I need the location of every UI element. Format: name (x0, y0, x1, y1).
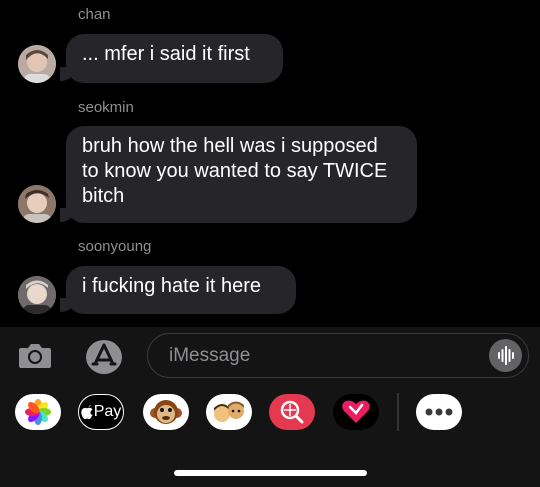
message-text: ... mfer i said it first (82, 43, 250, 65)
message-input[interactable]: iMessage (147, 333, 529, 378)
divider (397, 393, 399, 431)
memoji-icon[interactable] (206, 394, 252, 430)
apple-pay-label: Pay (93, 403, 122, 420)
message-text: bitch (82, 185, 125, 207)
message-bubble[interactable]: i fucking hate it here (66, 266, 296, 314)
message-input-placeholder: iMessage (169, 345, 251, 366)
app-store-icon[interactable] (83, 338, 125, 376)
avatar[interactable] (18, 276, 56, 314)
digital-touch-icon[interactable] (333, 394, 379, 430)
message-bubble[interactable]: ... mfer i said it first (66, 34, 283, 83)
avatar[interactable] (18, 185, 56, 223)
audio-record-button[interactable] (489, 339, 522, 372)
photos-icon[interactable] (15, 394, 61, 430)
camera-icon[interactable] (18, 340, 52, 370)
avatar[interactable] (18, 45, 56, 83)
animoji-monkey-icon[interactable] (143, 394, 189, 430)
message-text: bruh how the hell was i supposed (82, 135, 378, 157)
apple-logo-icon (81, 404, 93, 419)
sender-name: chan (78, 6, 111, 23)
message-bubble[interactable]: bruh how the hell was i supposed to know… (66, 126, 417, 223)
home-indicator[interactable] (174, 470, 367, 476)
waveform-icon (498, 346, 514, 365)
sender-name: seokmin (78, 99, 134, 116)
apple-pay-icon[interactable]: Pay (78, 394, 124, 430)
more-apps-icon[interactable] (416, 394, 462, 430)
sender-name: soonyoung (78, 238, 152, 255)
message-text: to know you wanted to say TWICE (82, 160, 388, 182)
image-search-icon[interactable] (269, 394, 315, 430)
message-text: i fucking hate it here (82, 275, 261, 297)
